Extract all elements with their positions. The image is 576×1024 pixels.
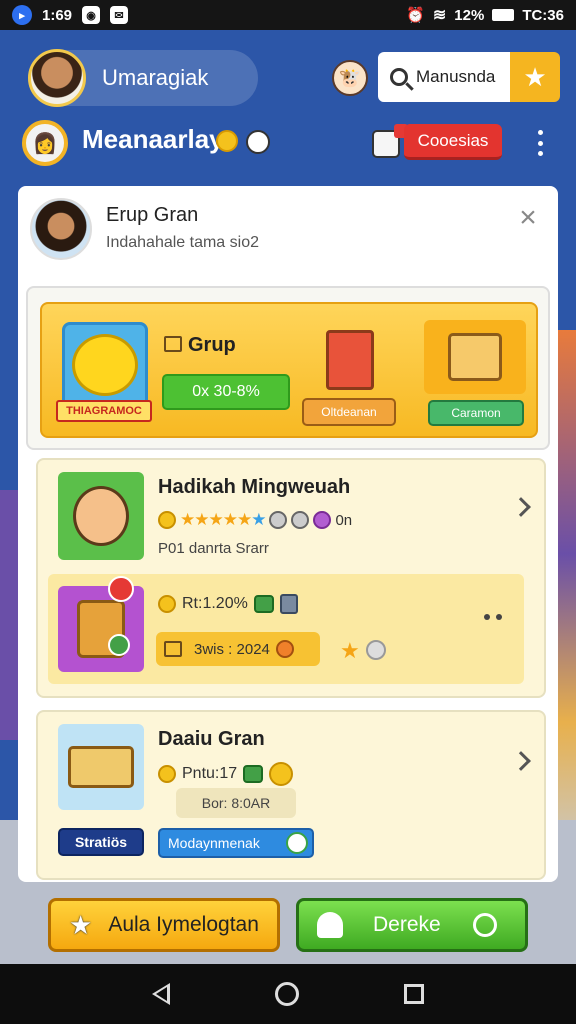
prize-card[interactable]: Daaiu Gran Pntu:17 Bor: 8:0AR Stratiös M… bbox=[36, 710, 546, 880]
battery-percent: 12% bbox=[454, 6, 485, 24]
star-rating-icon: ★★★★★★ bbox=[180, 510, 266, 529]
emoji-label: THIAGRAMOC bbox=[56, 400, 152, 422]
calendar-icon bbox=[164, 641, 182, 657]
page-title: Meanaarlay bbox=[82, 124, 224, 154]
status-clock: TC:36 bbox=[522, 6, 564, 24]
person-icon bbox=[317, 912, 343, 938]
cow-mascot-icon[interactable]: 🐮 bbox=[332, 60, 368, 96]
laughing-emoji-icon bbox=[62, 322, 148, 408]
rating-suffix: 0n bbox=[335, 511, 353, 529]
group-name: Grup bbox=[164, 334, 236, 357]
dice-icon[interactable] bbox=[372, 124, 408, 158]
badge-icon bbox=[269, 511, 288, 529]
badge-icon bbox=[291, 511, 310, 529]
coin-icon bbox=[158, 765, 176, 783]
avatar[interactable] bbox=[28, 49, 86, 107]
reward-percent: Rt:1.20% bbox=[158, 594, 298, 614]
prize-title: Daaiu Gran bbox=[158, 728, 265, 750]
group-frame: THIAGRAMOC Grup 0x 30-8% Oltdeanan Caram… bbox=[26, 286, 550, 450]
card-avatar bbox=[30, 198, 92, 260]
more-dots-icon[interactable] bbox=[484, 614, 502, 620]
group-percent-badge: 0x 30-8% bbox=[162, 374, 290, 410]
alarm-icon: ⏰ bbox=[406, 7, 425, 24]
star-icon: ★ bbox=[523, 61, 547, 92]
timer-icon bbox=[275, 640, 294, 658]
reward-panel[interactable]: Rt:1.20% 3wis : 2024 ★ bbox=[48, 574, 524, 684]
gift-box-icon bbox=[326, 330, 374, 390]
coupons-button[interactable]: Cooesias bbox=[404, 124, 502, 160]
star-icon: ★ bbox=[69, 909, 93, 940]
background-decoration-right bbox=[556, 330, 576, 890]
status-time: 1:69 bbox=[42, 6, 73, 24]
mission-rating: ★★★★★★ 0n bbox=[158, 510, 352, 530]
prize-date: Bor: 8:0AR bbox=[176, 788, 296, 818]
card-title: Erup Gran bbox=[106, 204, 199, 226]
reward-date: 3wis : 2024 bbox=[156, 632, 320, 666]
coin-icon bbox=[158, 511, 176, 529]
coin-icon bbox=[216, 130, 238, 152]
home-icon bbox=[164, 336, 182, 352]
invite-button[interactable]: ★ Aula Iymelogtan bbox=[48, 898, 280, 952]
star-icon: ★ bbox=[340, 638, 360, 663]
circle-arrow-icon bbox=[473, 913, 497, 937]
bonus-badge-icon bbox=[108, 634, 130, 656]
mail-icon: ✉ bbox=[110, 6, 129, 24]
gold-coin-icon bbox=[269, 762, 294, 786]
more-options-icon[interactable] bbox=[530, 130, 550, 156]
prize-tray-icon bbox=[58, 724, 144, 810]
claim-button[interactable]: Caramon bbox=[428, 400, 524, 426]
background-decoration-left bbox=[0, 490, 20, 740]
receive-button[interactable]: Dereke bbox=[296, 898, 528, 952]
navigation-bar bbox=[0, 964, 576, 1024]
treasure-chest-icon bbox=[424, 320, 526, 394]
mission-note: P01 danrta Srarr bbox=[158, 540, 269, 557]
wifi-icon: ≋ bbox=[432, 7, 447, 24]
mission-card[interactable]: Hadikah Mingweuah ★★★★★★ 0n P01 danrta S… bbox=[36, 458, 546, 698]
prize-amount: Pntu:17 bbox=[158, 762, 294, 786]
user-name: Umaragiak bbox=[102, 65, 209, 90]
favorite-button[interactable]: ★ bbox=[510, 52, 560, 102]
group-card: Erup Gran Indahahale tama sio2 × THIAGRA… bbox=[18, 186, 558, 882]
panda-icon bbox=[246, 130, 270, 154]
battery-icon bbox=[492, 9, 515, 21]
app-notification-icon: ▸ bbox=[12, 5, 32, 25]
open-button[interactable]: Oltdeanan bbox=[302, 398, 396, 426]
search-icon bbox=[390, 68, 408, 86]
chevron-right-icon[interactable] bbox=[511, 497, 531, 517]
coin-icon bbox=[158, 595, 176, 613]
coin-stack-icon bbox=[279, 594, 298, 614]
gem-icon bbox=[313, 511, 332, 529]
status-bar: ▸ 1:69 ◉ ✉ ⏰ ≋ 12% TC:36 bbox=[0, 0, 576, 30]
recent-apps-icon[interactable] bbox=[403, 984, 424, 1004]
silver-badge-icon bbox=[366, 640, 386, 660]
sync-icon: ◉ bbox=[82, 6, 101, 24]
chevron-right-icon[interactable] bbox=[511, 751, 531, 771]
mission-title: Hadikah Mingweuah bbox=[158, 476, 351, 498]
nurse-avatar-icon[interactable]: 👩 bbox=[22, 120, 68, 166]
user-profile-pill[interactable]: Umaragiak bbox=[28, 49, 258, 107]
search-placeholder: Manusnda bbox=[416, 67, 496, 86]
search-input[interactable]: Manusnda bbox=[378, 52, 510, 102]
home-circle-icon[interactable] bbox=[274, 982, 299, 1006]
status-badge: Stratiös bbox=[58, 828, 144, 856]
back-icon[interactable] bbox=[152, 983, 171, 1005]
explorer-character-icon bbox=[58, 472, 144, 560]
alert-badge-icon bbox=[108, 576, 134, 602]
close-icon[interactable]: × bbox=[514, 203, 542, 233]
treasure-bag-icon bbox=[58, 586, 144, 672]
map-button[interactable]: Modaynmenak bbox=[158, 828, 314, 858]
refresh-icon bbox=[286, 832, 308, 854]
group-panel[interactable]: THIAGRAMOC Grup 0x 30-8% Oltdeanan Caram… bbox=[40, 302, 538, 438]
card-subtitle: Indahahale tama sio2 bbox=[106, 234, 259, 251]
ticket-icon bbox=[253, 595, 274, 613]
gem-icon bbox=[243, 765, 264, 783]
